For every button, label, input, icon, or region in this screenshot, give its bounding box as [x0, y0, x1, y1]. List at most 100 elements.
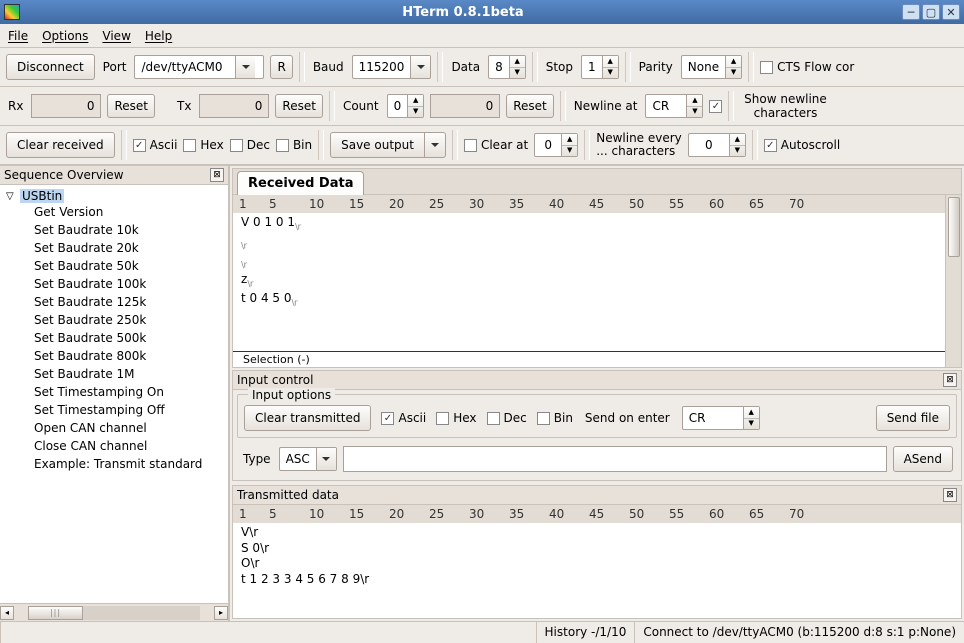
close-button[interactable]: ✕ [942, 4, 960, 20]
close-icon[interactable]: ⊠ [943, 488, 957, 502]
port-select[interactable]: /dev/ttyACM0 [134, 55, 264, 79]
sequence-item[interactable]: Close CAN channel [0, 437, 228, 455]
sequence-item[interactable]: Example: Transmit standard [0, 455, 228, 473]
rx-count: 0 [31, 94, 101, 118]
rx-lines[interactable]: V 0 1 0 1\r\r\rz\rt 0 4 5 0\r [233, 213, 945, 351]
close-icon[interactable]: ⊠ [210, 168, 224, 182]
newline-at-label: Newline at [572, 99, 640, 113]
menu-view[interactable]: View [102, 29, 130, 43]
rx-selection: Selection (-) [233, 351, 945, 367]
data-label: Data [449, 60, 482, 74]
statusbar: History -/1/10 Connect to /dev/ttyACM0 (… [0, 621, 964, 643]
tx-reset-button[interactable]: Reset [275, 94, 323, 118]
rx-bin-checkbox[interactable]: Bin [276, 138, 312, 152]
clear-transmitted-button[interactable]: Clear transmitted [244, 405, 371, 431]
cts-checkbox[interactable]: CTS Flow cor [760, 60, 854, 74]
sequence-header: Sequence Overview ⊠ [0, 166, 228, 185]
data-spin[interactable]: 8▲▼ [488, 55, 526, 79]
expand-icon[interactable]: ▽ [6, 191, 16, 202]
sequence-item[interactable]: Set Baudrate 1M [0, 365, 228, 383]
autoscroll-checkbox[interactable]: ✓Autoscroll [764, 138, 840, 152]
maximize-button[interactable]: ▢ [922, 4, 940, 20]
transmitted-panel: Transmitted data ⊠ 151015202530354045505… [232, 485, 962, 619]
clear-at-spin[interactable]: 0▲▼ [534, 133, 578, 157]
count-reset-button[interactable]: Reset [506, 94, 554, 118]
sequence-item[interactable]: Set Timestamping Off [0, 401, 228, 419]
sequence-item[interactable]: Open CAN channel [0, 419, 228, 437]
port-label: Port [101, 60, 129, 74]
close-icon[interactable]: ⊠ [943, 373, 957, 387]
received-panel: Received Data 15101520253035404550556065… [232, 168, 962, 368]
sequence-item[interactable]: Set Baudrate 50k [0, 257, 228, 275]
parity-spin[interactable]: None▲▼ [681, 55, 742, 79]
rx-dec-checkbox[interactable]: Dec [230, 138, 270, 152]
type-select[interactable]: ASC [279, 447, 337, 471]
sequence-item[interactable]: Set Baudrate 500k [0, 329, 228, 347]
newline-at-spin[interactable]: CR▲▼ [645, 94, 703, 118]
rx-ruler: 1510152025303540455055606570 [233, 195, 945, 213]
port-refresh-button[interactable]: R [270, 55, 292, 79]
clear-at-checkbox[interactable]: Clear at [464, 138, 528, 152]
send-file-button[interactable]: Send file [876, 405, 950, 431]
baud-label: Baud [311, 60, 346, 74]
send-on-enter-label: Send on enter [583, 411, 672, 425]
rx-label: Rx [6, 99, 25, 113]
toolbar-connection: Disconnect Port /dev/ttyACM0 R Baud 1152… [0, 48, 964, 87]
rx-hex-checkbox[interactable]: Hex [183, 138, 223, 152]
count-spin[interactable]: 0▲▼ [387, 94, 425, 118]
clear-received-button[interactable]: Clear received [6, 132, 115, 158]
input-options-legend: Input options [248, 388, 335, 402]
sequence-item[interactable]: Set Baudrate 20k [0, 239, 228, 257]
chevron-down-icon[interactable] [316, 448, 336, 470]
tx-dec-checkbox[interactable]: Dec [487, 411, 527, 425]
sequence-root[interactable]: ▽ USBtin [0, 189, 228, 203]
menubar: File Options View Help [0, 24, 964, 48]
minimize-button[interactable]: ─ [902, 4, 920, 20]
sequence-item[interactable]: Get Version [0, 203, 228, 221]
window-title: HTerm 0.8.1beta [26, 5, 900, 20]
menu-file[interactable]: File [8, 29, 28, 43]
rx-ascii-checkbox[interactable]: ✓Ascii [133, 138, 178, 152]
sequence-item[interactable]: Set Baudrate 10k [0, 221, 228, 239]
send-on-enter-select[interactable]: CR▲▼ [682, 406, 760, 430]
save-output-button[interactable]: Save output [330, 132, 425, 158]
rx-vscroll[interactable] [945, 195, 961, 367]
tx-lines[interactable]: V\rS 0\rO\rt 1 2 3 3 4 5 6 7 8 9\r [233, 523, 961, 589]
app-icon [4, 4, 20, 20]
tx-hex-checkbox[interactable]: Hex [436, 411, 476, 425]
menu-options[interactable]: Options [42, 29, 88, 43]
sequence-item[interactable]: Set Timestamping On [0, 383, 228, 401]
status-history: History -/1/10 [536, 622, 635, 643]
chevron-down-icon[interactable] [235, 56, 255, 78]
chevron-down-icon[interactable] [410, 56, 430, 78]
count-label: Count [341, 99, 381, 113]
sequence-item[interactable]: Set Baudrate 100k [0, 275, 228, 293]
baud-select[interactable]: 115200 [352, 55, 432, 79]
tx-bin-checkbox[interactable]: Bin [537, 411, 573, 425]
sidebar-hscroll[interactable]: ◂ ||| ▸ [0, 603, 228, 621]
rx-reset-button[interactable]: Reset [107, 94, 155, 118]
stop-spin[interactable]: 1▲▼ [581, 55, 619, 79]
status-connection: Connect to /dev/ttyACM0 (b:115200 d:8 s:… [634, 622, 964, 643]
input-control-panel: Input control ⊠ Input options Clear tran… [232, 370, 962, 481]
sequence-item[interactable]: Set Baudrate 250k [0, 311, 228, 329]
sequence-item[interactable]: Set Baudrate 800k [0, 347, 228, 365]
sequence-tree[interactable]: ▽ USBtin Get VersionSet Baudrate 10kSet … [0, 185, 228, 603]
toolbar-counters: Rx 0 Reset Tx 0 Reset Count 0▲▼ 0 Reset … [0, 87, 964, 126]
main-column: Received Data 15101520253035404550556065… [230, 166, 964, 621]
save-output-dropdown[interactable] [425, 132, 446, 158]
count-disp: 0 [430, 94, 500, 118]
newline-every-spin[interactable]: 0▲▼ [688, 133, 746, 157]
asend-button[interactable]: ASend [893, 446, 953, 472]
content-area: Sequence Overview ⊠ ▽ USBtin Get Version… [0, 165, 964, 621]
disconnect-button[interactable]: Disconnect [6, 54, 95, 80]
newline-at-checkbox[interactable]: ✓ [709, 100, 722, 113]
type-label: Type [241, 452, 273, 466]
sequence-item[interactable]: Set Baudrate 125k [0, 293, 228, 311]
tx-ascii-checkbox[interactable]: ✓Ascii [381, 411, 426, 425]
stop-label: Stop [544, 60, 575, 74]
input-field[interactable] [343, 446, 887, 472]
received-data-tab[interactable]: Received Data [237, 171, 364, 195]
menu-help[interactable]: Help [145, 29, 172, 43]
newline-every-label-2: ... characters [596, 145, 682, 158]
